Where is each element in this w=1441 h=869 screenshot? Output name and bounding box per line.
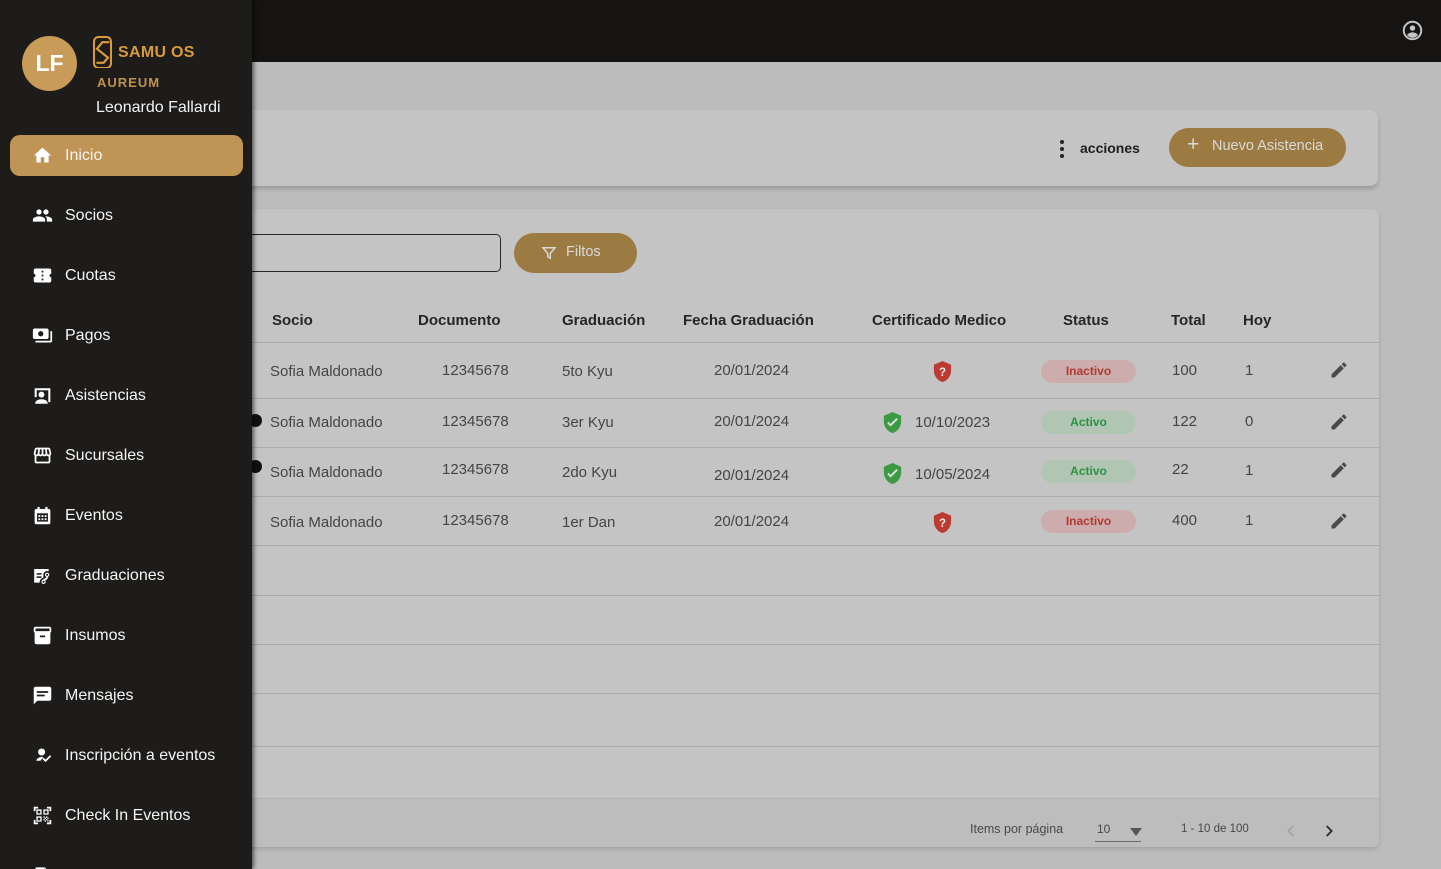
svg-text:?: ? [939, 367, 946, 379]
svg-text:?: ? [939, 518, 946, 530]
